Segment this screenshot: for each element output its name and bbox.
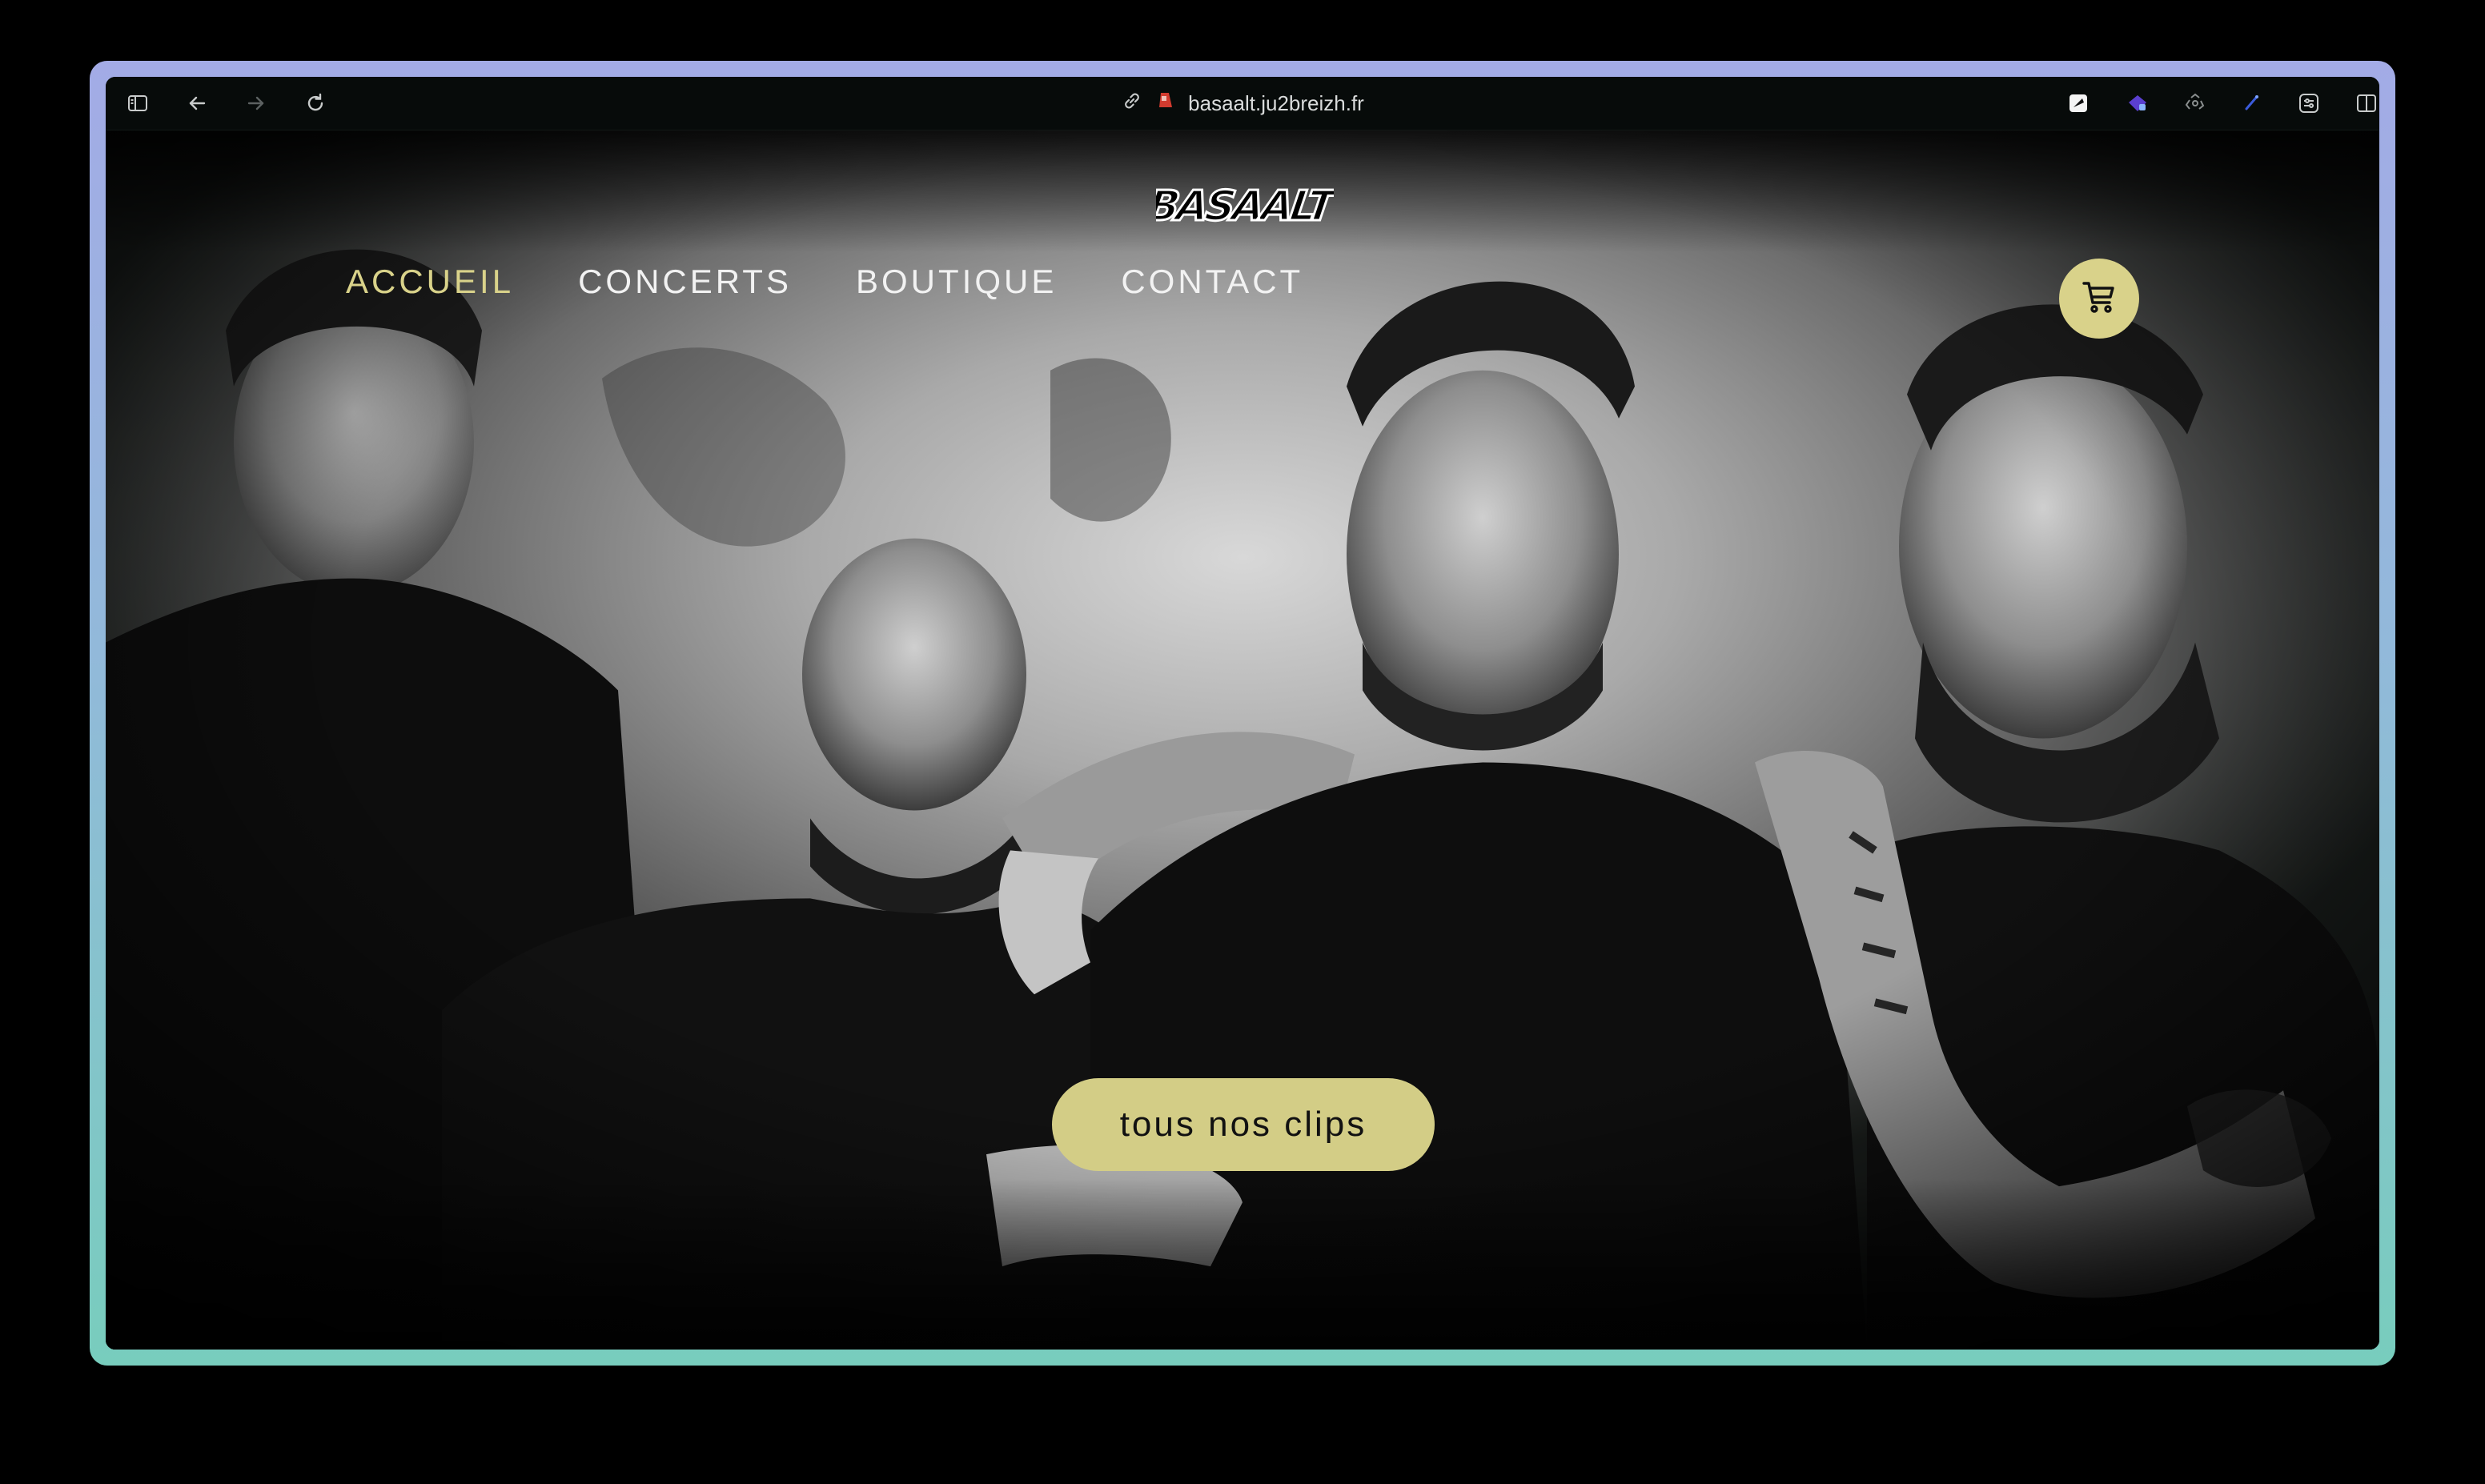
extension-icon[interactable] [2125,90,2150,116]
site-favicon [1154,90,1177,118]
cart-button[interactable] [2059,259,2139,339]
page-content: BASAALT ACCUEIL CONCERTS BOUTIQUE CONTAC… [106,130,2379,1350]
browser-window: basaalt.ju2breizh.fr BASAALT ACCUEIL CON… [106,77,2379,1350]
svg-text:BASAALT: BASAALT [1156,182,1334,231]
all-clips-button[interactable]: tous nos clips [1052,1078,1435,1171]
cart-icon [2081,279,2118,319]
nav-concerts[interactable]: CONCERTS [578,263,792,301]
nav-boutique[interactable]: BOUTIQUE [856,263,1057,301]
nav-contact[interactable]: CONTACT [1121,263,1303,301]
extension-icon[interactable] [2238,90,2264,116]
band-logo[interactable]: BASAALT [1143,170,1343,244]
extension-icon[interactable] [2296,90,2322,116]
split-view-icon[interactable] [2354,90,2379,116]
extension-icon[interactable] [2182,90,2208,116]
main-nav: ACCUEIL CONCERTS BOUTIQUE CONTACT [346,263,1303,301]
nav-accueil[interactable]: ACCUEIL [346,263,514,301]
browser-toolbar: basaalt.ju2breizh.fr [106,77,2379,130]
link-icon [1121,90,1143,118]
extension-icon[interactable] [2065,90,2091,116]
address-bar[interactable]: basaalt.ju2breizh.fr [106,88,2379,118]
window-frame: basaalt.ju2breizh.fr BASAALT ACCUEIL CON… [90,61,2395,1366]
url-text: basaalt.ju2breizh.fr [1188,90,1364,115]
